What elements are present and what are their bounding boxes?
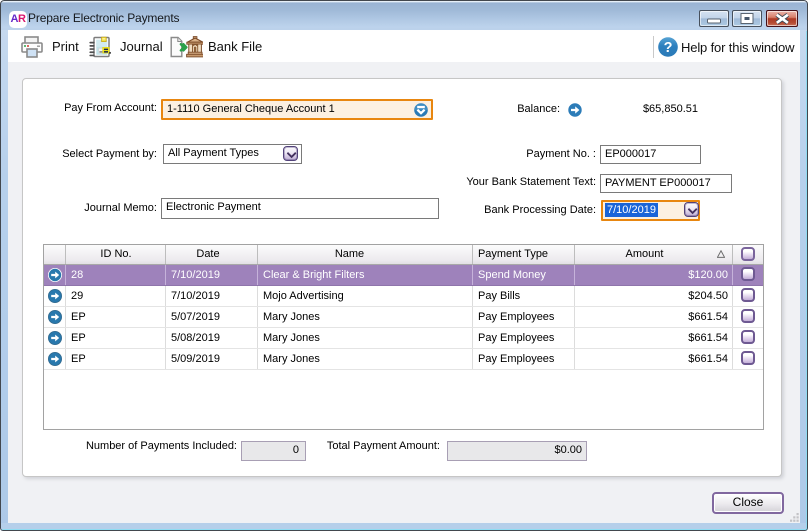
svg-text:?: ?: [664, 40, 673, 56]
